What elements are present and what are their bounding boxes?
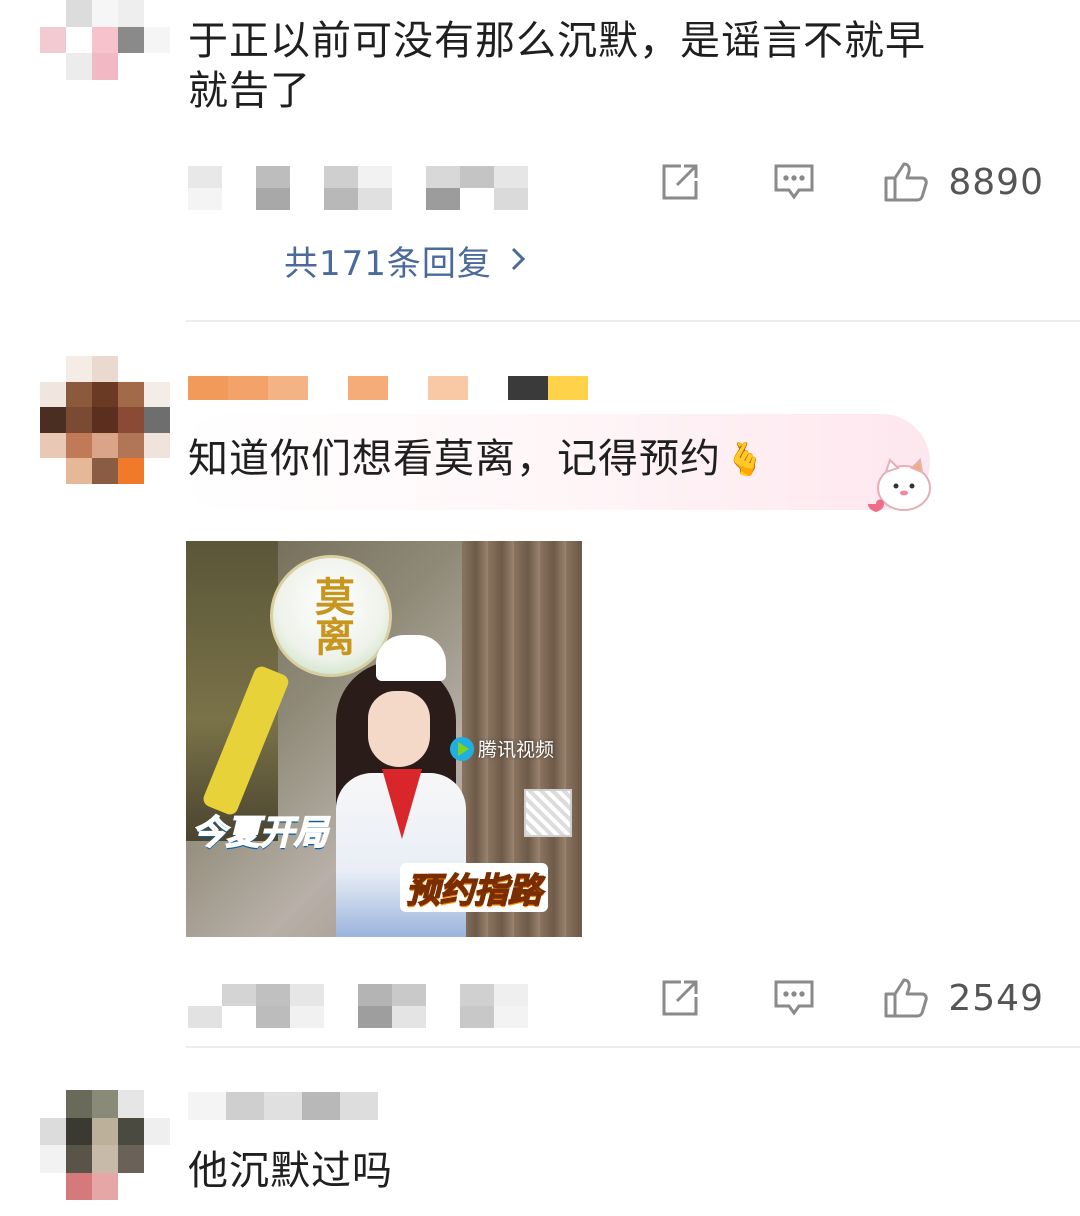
avatar[interactable] [40, 1090, 170, 1200]
banner-left: 今夏开局 [191, 812, 329, 854]
comment-text: 知道你们想看莫离，记得预约 🫰 [188, 434, 766, 484]
share-button[interactable] [656, 977, 704, 1019]
share-button[interactable] [656, 161, 704, 203]
username-blurred[interactable] [188, 376, 588, 400]
comment-button[interactable] [770, 977, 818, 1019]
finger-heart-emoji: 🫰 [725, 440, 766, 478]
comment-icon [774, 980, 814, 1016]
comment-button[interactable] [770, 161, 818, 203]
comment-text-content: 知道你们想看莫离，记得预约 [188, 436, 721, 482]
comment-text-line: 就告了 [188, 68, 311, 114]
divider [186, 1046, 1080, 1048]
view-replies-link[interactable]: 共171条回复 [284, 236, 526, 285]
like-count: 8890 [948, 161, 1044, 203]
image-person-face [368, 691, 430, 767]
comment-text-line: 于正以前可没有那么沉默，是谣言不就早 [188, 18, 926, 64]
like-button[interactable]: 2549 [882, 976, 1044, 1020]
share-icon [662, 980, 698, 1016]
comment-image[interactable]: 莫离 腾讯视频 今夏开局 预约指路 [186, 541, 582, 937]
comment-text: 他沉默过吗 [188, 1148, 393, 1194]
image-chef-hat [376, 635, 446, 681]
video-watermark: 腾讯视频 [450, 735, 554, 762]
avatar[interactable] [40, 0, 170, 80]
avatar[interactable] [40, 356, 170, 484]
chevron-right-icon [510, 241, 526, 281]
divider [186, 320, 1080, 322]
comment-text: 于正以前可没有那么沉默，是谣言不就早 就告了 [188, 16, 1038, 116]
comment-icon [774, 164, 814, 200]
comment-actions: 8890 [656, 158, 1044, 206]
comment-meta-blurred [188, 166, 528, 210]
qr-code [524, 789, 572, 837]
replies-count-label: 共171条回复 [284, 244, 492, 284]
share-icon [662, 164, 698, 200]
like-icon [884, 978, 929, 1018]
username-blurred[interactable] [188, 1092, 378, 1120]
cat-sticker-icon [866, 452, 938, 518]
image-sign: 莫离 [270, 555, 392, 677]
watermark-text: 腾讯视频 [478, 739, 555, 761]
like-icon [884, 162, 929, 202]
comment-meta-blurred [188, 984, 528, 1028]
sign-text: 莫离 [308, 576, 355, 656]
like-count: 2549 [948, 977, 1044, 1019]
banner-right: 预约指路 [400, 863, 548, 912]
comment-actions: 2549 [656, 974, 1044, 1022]
image-red-scarf [382, 769, 422, 839]
tencent-video-logo-icon [450, 736, 474, 761]
like-button[interactable]: 8890 [882, 160, 1044, 204]
